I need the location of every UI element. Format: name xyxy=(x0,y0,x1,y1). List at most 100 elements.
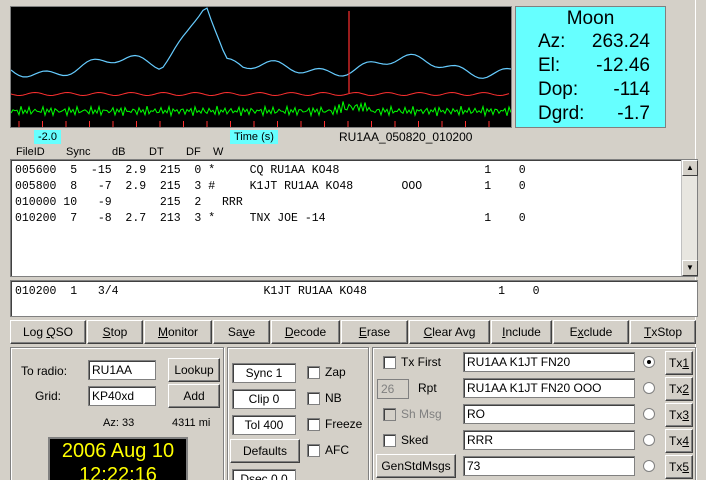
distance-text: 4311 mi xyxy=(172,417,211,429)
header-df: DF xyxy=(186,146,201,158)
clear-avg-button[interactable]: Clear Avg xyxy=(409,320,490,344)
tx-button-label: Tx4 xyxy=(668,434,690,448)
zap-checkbox[interactable] xyxy=(307,366,320,379)
tol-spinner[interactable]: Tol 400 xyxy=(232,415,296,435)
azimuth-text: Az: 33 xyxy=(103,417,135,429)
tx1-button[interactable]: Tx1 xyxy=(665,351,693,375)
rpt-label: Rpt xyxy=(418,381,437,395)
tx-button-label: Tx3 xyxy=(668,408,690,422)
defaults-button[interactable]: Defaults xyxy=(230,439,300,463)
rpt-input: 26 xyxy=(377,379,409,399)
button-label-post: lear Avg xyxy=(432,325,476,339)
moon-dgrd-row: Dgrd: -1.7 xyxy=(516,103,665,127)
tx3-radio[interactable] xyxy=(643,408,655,420)
moon-dgrd-label: Dgrd: xyxy=(538,103,585,124)
decoded-text-pane[interactable]: 005600 5 -15 2.9 215 0 * CQ RU1AA KO48 1… xyxy=(10,159,698,277)
freeze-checkbox[interactable] xyxy=(307,418,320,431)
moon-panel: Moon Az: 263.24 El: -12.46 Dop: -114 Dgr… xyxy=(515,6,666,128)
add-button[interactable]: Add xyxy=(168,384,220,408)
monitor-button[interactable]: Monitor xyxy=(144,320,212,344)
header-w: W xyxy=(213,146,224,158)
lookup-button[interactable]: Lookup xyxy=(168,358,220,382)
button-label-key: M xyxy=(157,325,168,339)
moon-az-row: Az: 263.24 xyxy=(516,31,665,55)
moon-dgrd-value: -1.7 xyxy=(617,103,650,124)
spectrum-plot xyxy=(11,7,511,127)
tx4-radio[interactable] xyxy=(643,434,655,446)
tx1-message-input[interactable]: RU1AA K1JT FN20 xyxy=(463,352,635,372)
decode-button[interactable]: Decode xyxy=(271,320,340,344)
file-name-label: RU1AA_050820_010200 xyxy=(339,130,473,144)
add-label: Add xyxy=(183,389,205,403)
tx5-radio[interactable] xyxy=(643,460,655,472)
button-label-post: top xyxy=(110,325,128,339)
spectrum-display[interactable] xyxy=(10,6,512,128)
sync-spinner[interactable]: Sync 1 xyxy=(232,363,296,383)
decode-line[interactable]: 005800 8 -7 2.9 215 3 # K1JT RU1AA KO48 … xyxy=(15,180,526,193)
tx2-radio[interactable] xyxy=(643,382,655,394)
decode-line[interactable]: 010200 7 -8 2.7 213 3 * TNX JOE -14 1 0 xyxy=(15,212,526,225)
save-button[interactable]: Save xyxy=(213,320,270,344)
nb-checkbox[interactable] xyxy=(307,392,320,405)
average-line[interactable]: 010200 1 3/4 K1JT RU1AA KO48 1 0 xyxy=(15,285,540,298)
header-db: dB xyxy=(112,146,126,158)
header-dt: DT xyxy=(149,146,164,158)
spectrum-red-trace xyxy=(11,91,510,97)
tx3-message-input[interactable]: RO xyxy=(463,404,635,424)
tx4-button[interactable]: Tx4 xyxy=(665,429,693,453)
moon-dop-row: Dop: -114 xyxy=(516,79,665,103)
scroll-down-icon[interactable]: ▼ xyxy=(682,260,698,276)
tx-button-label: Tx5 xyxy=(668,460,690,474)
button-label-key: Q xyxy=(46,325,56,339)
utc-clock: 2006 Aug 10 12:22:16 xyxy=(48,437,188,480)
clip-spinner[interactable]: Clip 0 xyxy=(232,389,296,409)
moon-az-value: 263.24 xyxy=(591,31,650,52)
decode-line[interactable]: 005600 5 -15 2.9 215 0 * CQ RU1AA KO48 1… xyxy=(15,164,526,177)
button-label-key: C xyxy=(423,325,433,339)
gen-std-msgs-label: GenStdMsgs xyxy=(381,459,451,473)
exclude-button[interactable]: Exclude xyxy=(553,320,629,344)
grid-label: Grid: xyxy=(35,389,62,403)
clock-date: 2006 Aug 10 xyxy=(61,440,175,462)
button-label-pre: Log xyxy=(22,325,47,339)
gen-std-msgs-button[interactable]: GenStdMsgs xyxy=(376,454,456,478)
tx-button-label: Tx2 xyxy=(668,382,690,396)
sh-msg-label: Sh Msg xyxy=(401,407,442,421)
tx2-message-input[interactable]: RU1AA K1JT FN20 OOO xyxy=(463,378,635,398)
average-text-pane[interactable]: 010200 1 3/4 K1JT RU1AA KO48 1 0 xyxy=(10,280,698,317)
spectrum-green-trace xyxy=(11,101,511,118)
tx4-message-input[interactable]: RRR xyxy=(463,430,635,450)
txstop-button[interactable]: TxStop xyxy=(630,320,696,344)
stop-button[interactable]: Stop xyxy=(87,320,143,344)
button-label-post: e xyxy=(248,325,256,339)
log-qso-button[interactable]: Log QSO xyxy=(10,320,86,344)
erase-button[interactable]: Erase xyxy=(341,320,408,344)
tx5-message-input[interactable]: 73 xyxy=(463,456,635,476)
to-radio-label: To radio: xyxy=(21,364,68,378)
moon-az-label: Az: xyxy=(538,31,566,52)
scroll-up-icon[interactable]: ▲ xyxy=(682,160,698,176)
sked-checkbox[interactable] xyxy=(383,434,396,447)
decoded-scrollbar[interactable]: ▲ ▼ xyxy=(681,160,698,276)
tx5-button[interactable]: Tx5 xyxy=(665,455,693,479)
sked-label: Sked xyxy=(401,433,429,447)
grid-input[interactable]: KP40xd xyxy=(88,386,156,406)
spectrum-cyan-trace xyxy=(11,7,511,79)
decode-line[interactable]: 010000 10 -9 215 2 RRR xyxy=(15,196,243,209)
afc-label: AFC xyxy=(325,443,349,457)
defaults-label: Defaults xyxy=(242,444,288,458)
tx2-button[interactable]: Tx2 xyxy=(665,377,693,401)
dsec-spinner[interactable]: Dsec 0.0 xyxy=(232,469,296,480)
spectrum-left-label: -2.0 xyxy=(34,130,61,144)
tx-button-label: Tx1 xyxy=(668,356,690,370)
tx1-radio[interactable] xyxy=(643,356,655,368)
moon-el-row: El: -12.46 xyxy=(516,55,665,79)
button-label-post: xStop xyxy=(651,325,683,339)
afc-checkbox[interactable] xyxy=(307,444,320,457)
button-label-post: ecode xyxy=(293,325,327,339)
to-radio-input[interactable]: RU1AA xyxy=(88,360,156,380)
tx3-button[interactable]: Tx3 xyxy=(665,403,693,427)
include-button[interactable]: Include xyxy=(491,320,552,344)
button-label-post: rase xyxy=(366,325,391,339)
tx-first-checkbox[interactable] xyxy=(383,356,396,369)
